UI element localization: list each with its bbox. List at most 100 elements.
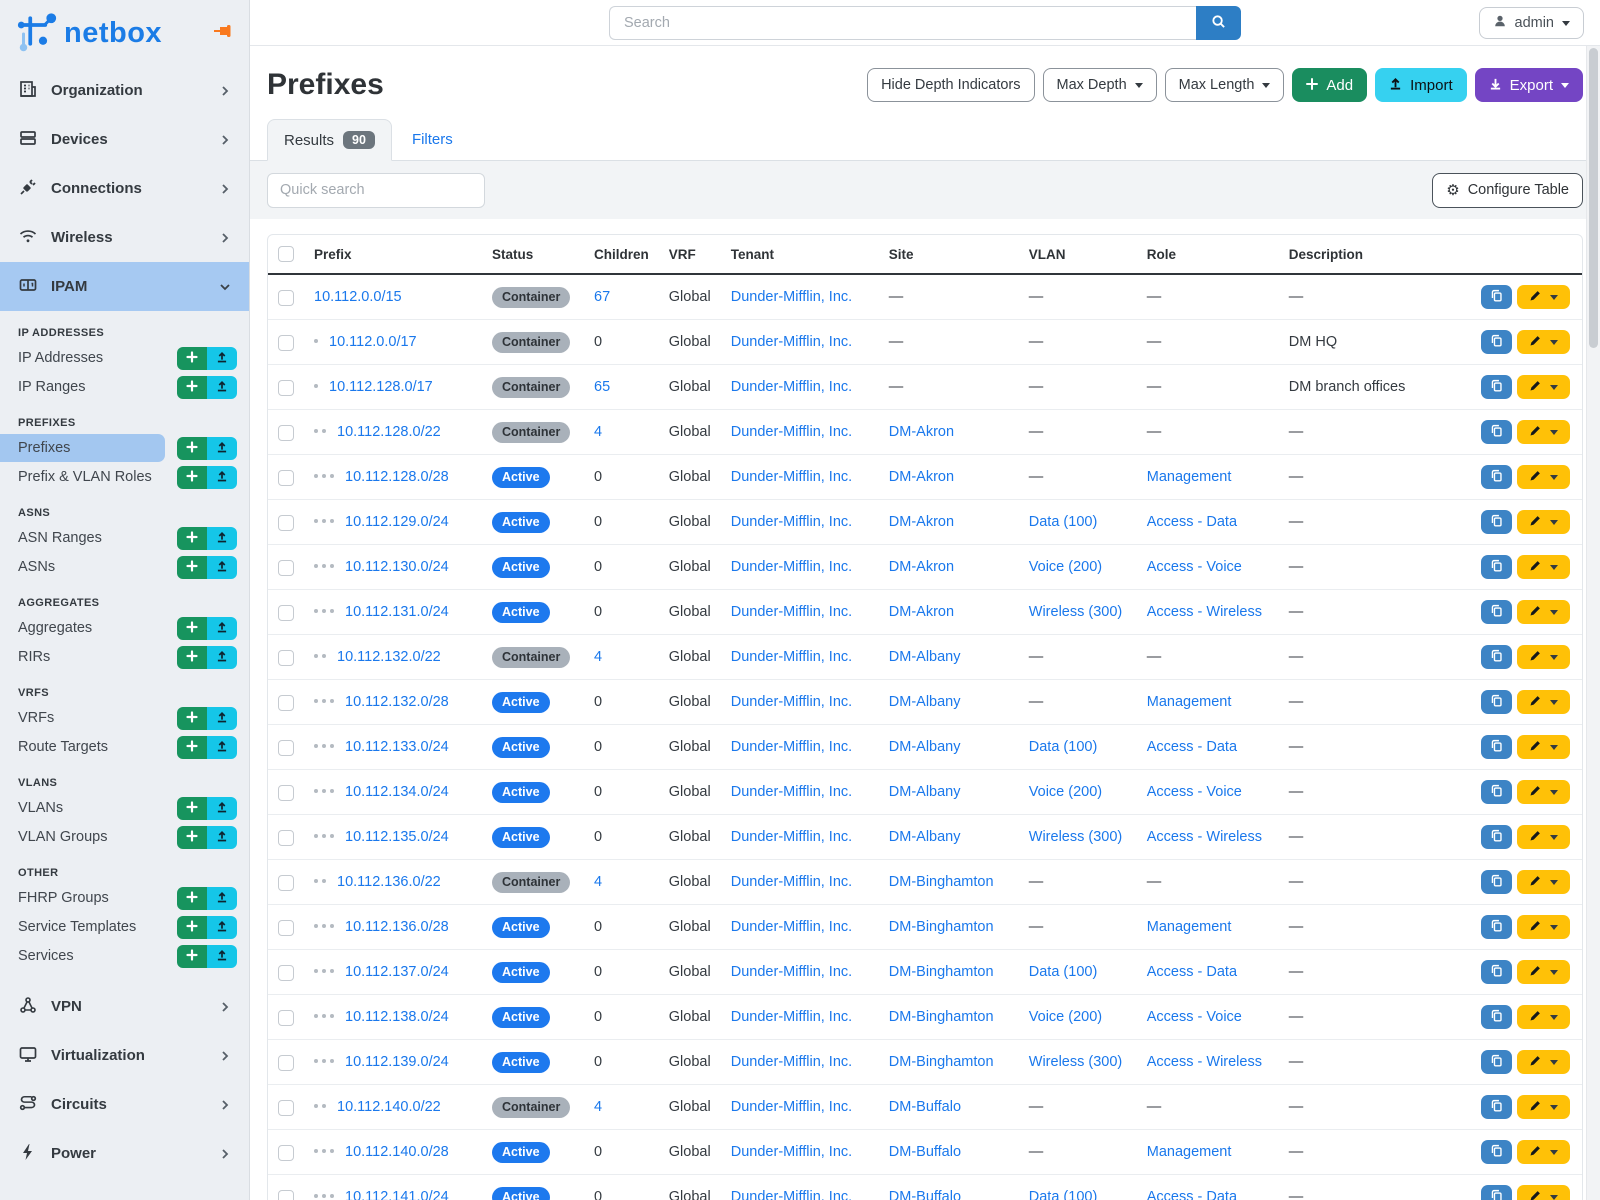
quick-add-button[interactable] xyxy=(177,707,207,730)
tenant-link[interactable]: Dunder-Mifflin, Inc. xyxy=(731,739,852,755)
vlan-link[interactable]: Data (100) xyxy=(1029,739,1098,755)
quick-add-button[interactable] xyxy=(177,945,207,968)
sidebar-item-circuits[interactable]: Circuits xyxy=(0,1080,249,1129)
row-checkbox[interactable] xyxy=(278,1190,294,1200)
quick-add-button[interactable] xyxy=(177,376,207,399)
prefix-link[interactable]: 10.112.134.0/24 xyxy=(345,784,449,800)
copy-button[interactable] xyxy=(1481,1140,1512,1164)
site-link[interactable]: DM-Buffalo xyxy=(889,1144,961,1160)
quick-add-button[interactable] xyxy=(177,797,207,820)
vertical-scrollbar[interactable] xyxy=(1586,46,1600,1200)
add-button[interactable]: Add xyxy=(1292,68,1367,102)
sidebar-item-asns[interactable]: ASNs xyxy=(0,553,173,581)
copy-button[interactable] xyxy=(1481,1095,1512,1119)
prefix-link[interactable]: 10.112.128.0/28 xyxy=(345,469,449,485)
site-link[interactable]: DM-Akron xyxy=(889,514,954,530)
tenant-link[interactable]: Dunder-Mifflin, Inc. xyxy=(731,514,852,530)
tenant-link[interactable]: Dunder-Mifflin, Inc. xyxy=(731,649,852,665)
quick-import-button[interactable] xyxy=(207,437,237,460)
quick-import-button[interactable] xyxy=(207,826,237,849)
sidebar-item-wireless[interactable]: Wireless xyxy=(0,213,249,262)
prefix-link[interactable]: 10.112.0.0/17 xyxy=(329,334,417,350)
column-header-role[interactable]: Role xyxy=(1137,235,1279,274)
sidebar-item-rirs[interactable]: RIRs xyxy=(0,643,173,671)
configure-table-button[interactable]: ⚙ Configure Table xyxy=(1432,173,1583,208)
quick-add-button[interactable] xyxy=(177,466,207,489)
quick-import-button[interactable] xyxy=(207,707,237,730)
site-link[interactable]: DM-Albany xyxy=(889,649,961,665)
edit-dropdown-button[interactable] xyxy=(1517,915,1570,939)
tenant-link[interactable]: Dunder-Mifflin, Inc. xyxy=(731,829,852,845)
column-header-prefix[interactable]: Prefix xyxy=(304,235,482,274)
row-checkbox[interactable] xyxy=(278,695,294,711)
vlan-link[interactable]: Voice (200) xyxy=(1029,1009,1102,1025)
role-link[interactable]: Management xyxy=(1147,919,1232,935)
search-input[interactable] xyxy=(609,6,1196,40)
quick-import-button[interactable] xyxy=(207,617,237,640)
sidebar-item-ipam[interactable]: IPAM xyxy=(0,262,249,311)
copy-button[interactable] xyxy=(1481,510,1512,534)
edit-dropdown-button[interactable] xyxy=(1517,555,1570,579)
row-checkbox[interactable] xyxy=(278,380,294,396)
copy-button[interactable] xyxy=(1481,465,1512,489)
prefix-link[interactable]: 10.112.130.0/24 xyxy=(345,559,449,575)
role-link[interactable]: Access - Data xyxy=(1147,1189,1237,1200)
children-link[interactable]: 65 xyxy=(594,379,610,395)
sidebar-item-vpn[interactable]: VPN xyxy=(0,982,249,1031)
vlan-link[interactable]: Wireless (300) xyxy=(1029,829,1122,845)
site-link[interactable]: DM-Binghamton xyxy=(889,1054,994,1070)
copy-button[interactable] xyxy=(1481,1185,1512,1200)
quick-add-button[interactable] xyxy=(177,437,207,460)
user-menu-button[interactable]: admin xyxy=(1479,7,1585,39)
prefix-link[interactable]: 10.112.133.0/24 xyxy=(345,739,449,755)
tenant-link[interactable]: Dunder-Mifflin, Inc. xyxy=(731,559,852,575)
search-button[interactable] xyxy=(1196,6,1241,40)
quick-import-button[interactable] xyxy=(207,556,237,579)
edit-dropdown-button[interactable] xyxy=(1517,960,1570,984)
edit-dropdown-button[interactable] xyxy=(1517,1185,1570,1200)
site-link[interactable]: DM-Buffalo xyxy=(889,1099,961,1115)
sidebar-item-service-templates[interactable]: Service Templates xyxy=(0,913,173,941)
copy-button[interactable] xyxy=(1481,825,1512,849)
edit-dropdown-button[interactable] xyxy=(1517,285,1570,309)
row-checkbox[interactable] xyxy=(278,560,294,576)
row-checkbox[interactable] xyxy=(278,1145,294,1161)
copy-button[interactable] xyxy=(1481,645,1512,669)
prefix-link[interactable]: 10.112.137.0/24 xyxy=(345,964,449,980)
quick-import-button[interactable] xyxy=(207,887,237,910)
row-checkbox[interactable] xyxy=(278,830,294,846)
edit-dropdown-button[interactable] xyxy=(1517,330,1570,354)
quick-add-button[interactable] xyxy=(177,527,207,550)
quick-import-button[interactable] xyxy=(207,466,237,489)
sidebar-item-prefixes[interactable]: Prefixes xyxy=(0,434,165,462)
row-checkbox[interactable] xyxy=(278,1100,294,1116)
tenant-link[interactable]: Dunder-Mifflin, Inc. xyxy=(731,1189,852,1200)
edit-dropdown-button[interactable] xyxy=(1517,780,1570,804)
edit-dropdown-button[interactable] xyxy=(1517,870,1570,894)
copy-button[interactable] xyxy=(1481,780,1512,804)
row-checkbox[interactable] xyxy=(278,965,294,981)
row-checkbox[interactable] xyxy=(278,425,294,441)
site-link[interactable]: DM-Binghamton xyxy=(889,874,994,890)
column-header-vlan[interactable]: VLAN xyxy=(1019,235,1137,274)
max-length-dropdown[interactable]: Max Length xyxy=(1165,68,1285,102)
tenant-link[interactable]: Dunder-Mifflin, Inc. xyxy=(731,469,852,485)
copy-button[interactable] xyxy=(1481,1050,1512,1074)
quick-add-button[interactable] xyxy=(177,887,207,910)
copy-button[interactable] xyxy=(1481,285,1512,309)
edit-dropdown-button[interactable] xyxy=(1517,645,1570,669)
edit-dropdown-button[interactable] xyxy=(1517,1095,1570,1119)
sidebar-item-vrfs[interactable]: VRFs xyxy=(0,704,173,732)
quick-import-button[interactable] xyxy=(207,797,237,820)
edit-dropdown-button[interactable] xyxy=(1517,735,1570,759)
tenant-link[interactable]: Dunder-Mifflin, Inc. xyxy=(731,1099,852,1115)
tenant-link[interactable]: Dunder-Mifflin, Inc. xyxy=(731,694,852,710)
prefix-link[interactable]: 10.112.140.0/28 xyxy=(345,1144,449,1160)
row-checkbox[interactable] xyxy=(278,335,294,351)
site-link[interactable]: DM-Akron xyxy=(889,604,954,620)
role-link[interactable]: Management xyxy=(1147,694,1232,710)
edit-dropdown-button[interactable] xyxy=(1517,510,1570,534)
sidebar-item-virtualization[interactable]: Virtualization xyxy=(0,1031,249,1080)
tenant-link[interactable]: Dunder-Mifflin, Inc. xyxy=(731,424,852,440)
prefix-link[interactable]: 10.112.128.0/17 xyxy=(329,379,433,395)
